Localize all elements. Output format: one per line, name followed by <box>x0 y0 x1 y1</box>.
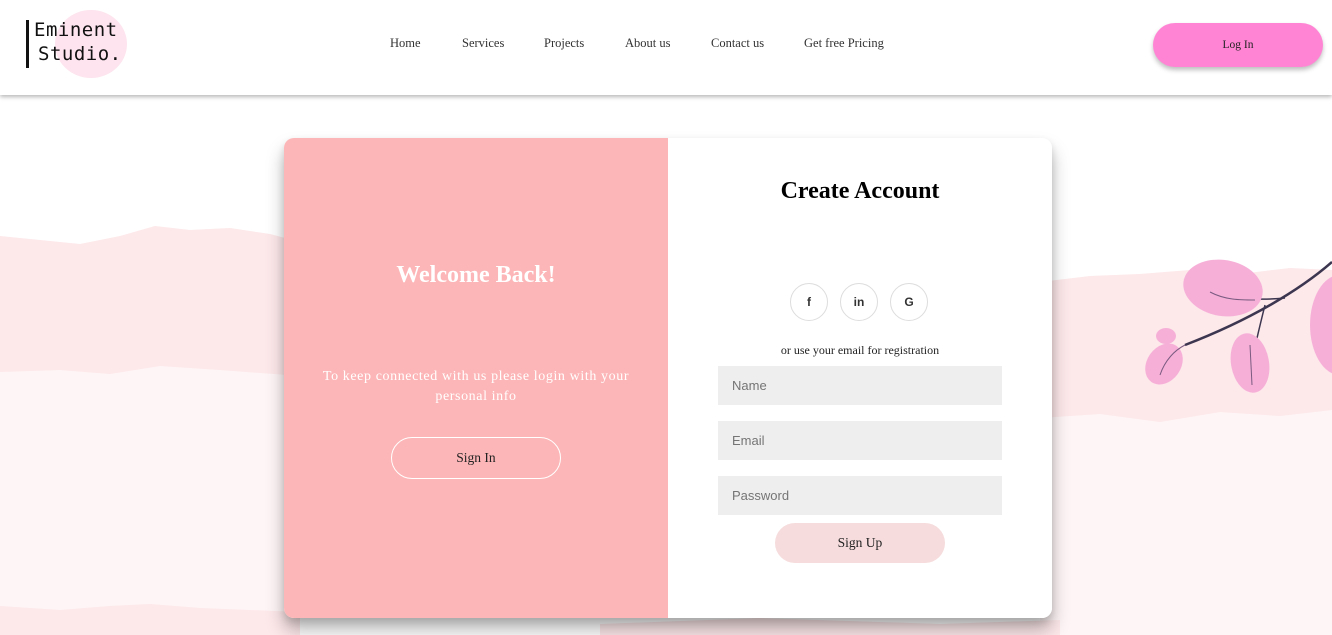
top-navbar: Eminent Studio. Home Services Projects A… <box>0 0 1332 95</box>
nav-services[interactable]: Services <box>462 36 504 51</box>
auth-card: Welcome Back! To keep connected with us … <box>284 138 1052 618</box>
password-field[interactable] <box>718 476 1002 515</box>
nav-contact-us[interactable]: Contact us <box>711 36 764 51</box>
welcome-panel: Welcome Back! To keep connected with us … <box>284 138 668 618</box>
email-field[interactable] <box>718 421 1002 460</box>
linkedin-glyph: in <box>853 295 865 309</box>
sign-up-button[interactable]: Sign Up <box>775 523 945 563</box>
google-glyph: G <box>904 295 914 309</box>
nav-get-free-pricing[interactable]: Get free Pricing <box>804 36 884 51</box>
facebook-icon[interactable]: f <box>790 283 828 321</box>
nav-projects[interactable]: Projects <box>544 36 584 51</box>
signup-panel: Create Account f in G or use your email … <box>668 138 1052 618</box>
name-field[interactable] <box>718 366 1002 405</box>
linkedin-icon[interactable]: in <box>840 283 878 321</box>
nav-about-us[interactable]: About us <box>625 36 671 51</box>
sign-in-button[interactable]: Sign In <box>391 437 561 479</box>
welcome-text: To keep connected with us please login w… <box>322 369 630 404</box>
google-icon[interactable]: G <box>890 283 928 321</box>
main-nav: Home Services Projects About us Contact … <box>0 36 1332 56</box>
facebook-glyph: f <box>807 295 811 309</box>
welcome-title: Welcome Back! <box>396 262 556 288</box>
registration-hint: or use your email for registration <box>780 343 940 357</box>
log-in-button[interactable]: Log In <box>1153 23 1323 67</box>
create-account-title: Create Account <box>780 178 940 204</box>
nav-home[interactable]: Home <box>390 36 421 51</box>
